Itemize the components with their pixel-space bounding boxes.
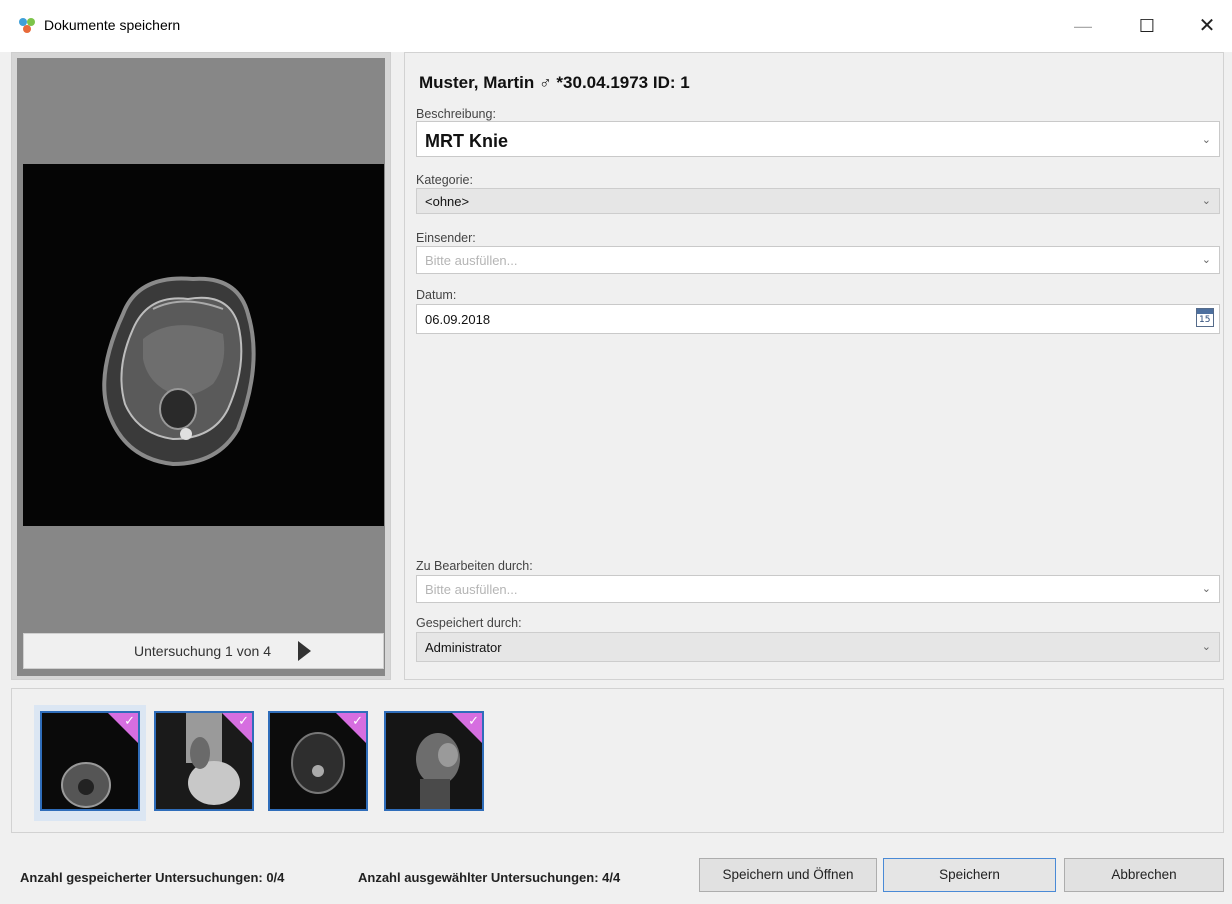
beschreibung-combobox[interactable]: MRT Knie ⌄ <box>416 121 1220 157</box>
thumbnail-mrt-sagittal[interactable]: ✓ <box>154 711 254 811</box>
document-form: Muster, Martin ♂ *30.04.1973 ID: 1 Besch… <box>404 52 1224 680</box>
save-button[interactable]: Speichern <box>883 858 1056 892</box>
mrt-preview-image <box>23 164 384 526</box>
thumbnail-mrt-axial-2[interactable]: ✓ <box>268 711 368 811</box>
gespeichert-select[interactable]: Administrator ⌄ <box>416 632 1220 662</box>
zu-bearbeiten-combobox[interactable]: Bitte ausfüllen... ⌄ <box>416 575 1220 603</box>
chevron-down-icon[interactable]: ⌄ <box>1202 194 1211 207</box>
chevron-down-icon[interactable]: ⌄ <box>1202 640 1211 653</box>
beschreibung-label: Beschreibung: <box>416 107 496 121</box>
chevron-down-icon[interactable]: ⌄ <box>1202 582 1211 595</box>
patient-header: Muster, Martin ♂ *30.04.1973 ID: 1 <box>419 73 690 92</box>
check-icon: ✓ <box>352 713 363 728</box>
gespeichert-label: Gespeichert durch: <box>416 616 522 630</box>
minimize-button[interactable]: — <box>1060 8 1106 44</box>
save-and-open-button[interactable]: Speichern und Öffnen <box>699 858 877 892</box>
datum-field[interactable]: 06.09.2018 15 <box>416 304 1220 334</box>
einsender-label: Einsender: <box>416 231 476 245</box>
thumbnail-strip: ✓ ✓ ✓ ✓ <box>11 688 1224 833</box>
einsender-placeholder: Bitte ausfüllen... <box>425 253 518 268</box>
thumbnail-mrt-axial[interactable]: ✓ <box>40 711 140 811</box>
examination-navigator: Untersuchung 1 von 4 <box>23 633 384 669</box>
window-title: Dokumente speichern <box>44 17 181 33</box>
chevron-down-icon[interactable]: ⌄ <box>1202 253 1211 266</box>
check-icon: ✓ <box>468 713 479 728</box>
maximize-button[interactable]: ☐ <box>1124 8 1170 44</box>
beschreibung-value: MRT Knie <box>425 131 508 151</box>
saved-count: Anzahl gespeicherter Untersuchungen: 0/4 <box>20 870 285 885</box>
datum-label: Datum: <box>416 288 457 302</box>
app-icon <box>19 18 35 33</box>
next-arrow-icon[interactable] <box>298 641 311 661</box>
examination-counter: Untersuchung 1 von 4 <box>134 643 271 659</box>
kategorie-select[interactable]: <ohne> ⌄ <box>416 188 1220 214</box>
kategorie-label: Kategorie: <box>416 173 473 187</box>
chevron-down-icon[interactable]: ⌄ <box>1202 133 1211 146</box>
thumbnail-mrt-coronal[interactable]: ✓ <box>384 711 484 811</box>
check-icon: ✓ <box>124 713 135 728</box>
calendar-icon[interactable]: 15 <box>1196 308 1214 327</box>
einsender-combobox[interactable]: Bitte ausfüllen... ⌄ <box>416 246 1220 274</box>
cancel-button[interactable]: Abbrechen <box>1064 858 1224 892</box>
title-bar: Dokumente speichern — ☐ ✕ <box>0 0 1232 52</box>
footer-bar: Anzahl gespeicherter Untersuchungen: 0/4… <box>0 840 1232 904</box>
zu-bearbeiten-placeholder: Bitte ausfüllen... <box>425 582 518 597</box>
datum-value: 06.09.2018 <box>425 312 491 327</box>
kategorie-value: <ohne> <box>425 194 470 209</box>
close-button[interactable]: ✕ <box>1184 8 1230 44</box>
selected-count: Anzahl ausgewählter Untersuchungen: 4/4 <box>358 870 621 885</box>
zu-bearbeiten-label: Zu Bearbeiten durch: <box>416 559 533 573</box>
preview-panel: Untersuchung 1 von 4 <box>11 52 391 680</box>
gespeichert-value: Administrator <box>425 640 502 655</box>
check-icon: ✓ <box>238 713 249 728</box>
